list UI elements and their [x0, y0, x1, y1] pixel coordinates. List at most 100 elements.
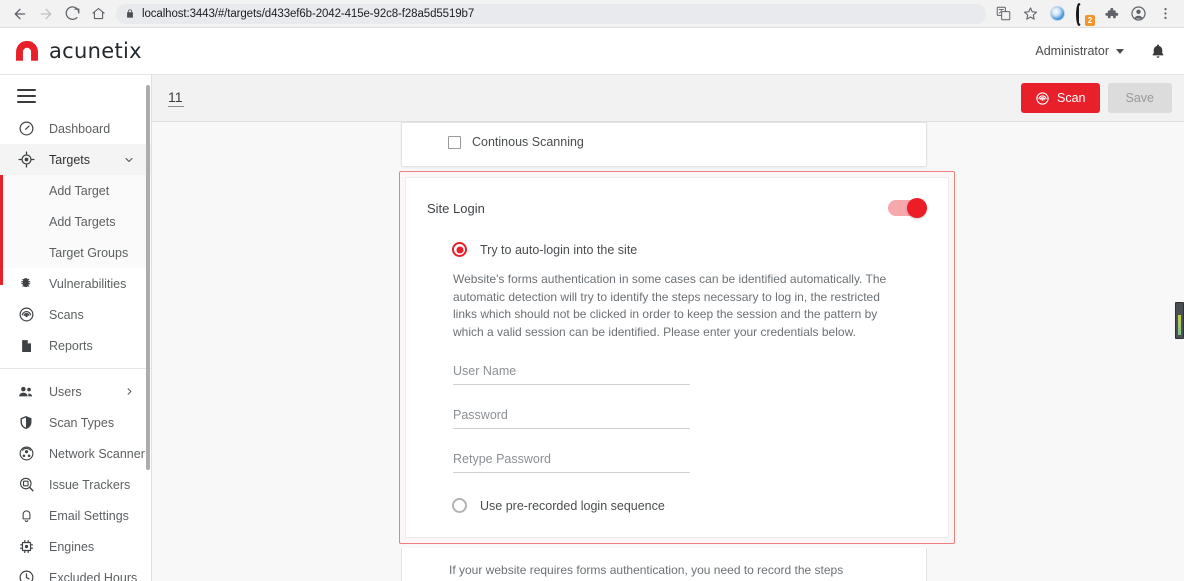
sidebar-item-scans[interactable]: Scans: [0, 299, 151, 330]
auto-login-description: Website's forms authentication in some c…: [406, 271, 948, 341]
sidebar-subitem-label: Add Target: [49, 184, 109, 198]
clock-icon: [17, 569, 35, 581]
sidebar-item-label: Dashboard: [49, 122, 110, 136]
settings-scroll-area: Continous Scanning Site Login Try to aut…: [152, 122, 1184, 581]
extension-blue-icon[interactable]: [1048, 5, 1066, 23]
engine-chip-icon: [17, 538, 35, 556]
sidebar-item-dashboard[interactable]: Dashboard: [0, 113, 151, 144]
url-text: localhost:3443/#/targets/d433ef6b-2042-4…: [142, 8, 474, 20]
radar-scan-icon: [17, 306, 35, 324]
sidebar-item-scan-types[interactable]: Scan Types: [0, 407, 151, 438]
sidebar-item-label: Email Settings: [49, 509, 129, 523]
sidebar-item-label: Targets: [49, 153, 90, 167]
prerecorded-login-option[interactable]: Use pre-recorded login sequence: [406, 498, 948, 513]
sidebar-item-issue-trackers[interactable]: Issue Trackers: [0, 469, 151, 500]
sidebar-item-reports[interactable]: Reports: [0, 330, 151, 361]
main-content: 11 Scan Save Continous Scanning: [152, 75, 1184, 581]
site-login-title: Site Login: [427, 201, 485, 216]
username-input[interactable]: [453, 364, 690, 385]
site-login-toggle[interactable]: [888, 200, 926, 216]
prerecorded-login-radio[interactable]: [452, 498, 467, 513]
network-scanner-icon: [17, 445, 35, 463]
target-crosshair-icon: [17, 151, 35, 169]
continuous-scanning-row[interactable]: Continous Scanning: [402, 123, 926, 149]
hamburger-menu-icon[interactable]: [0, 75, 151, 113]
save-button[interactable]: Save: [1108, 83, 1173, 113]
sidebar-item-add-targets[interactable]: Add Targets: [0, 206, 151, 237]
radar-scan-icon: [1035, 91, 1050, 106]
retype-password-input[interactable]: [453, 452, 690, 473]
auto-login-option[interactable]: Try to auto-login into the site: [406, 242, 948, 257]
brand-name: acunetix: [49, 39, 142, 63]
chevron-down-icon: [1116, 49, 1124, 54]
forward-arrow-icon[interactable]: [34, 2, 58, 26]
toggle-knob: [907, 198, 927, 218]
sidebar-item-label: Network Scanner: [49, 447, 145, 461]
bug-icon: [17, 275, 35, 293]
reload-icon[interactable]: [60, 2, 84, 26]
sidebar-divider: [0, 368, 151, 369]
bell-icon[interactable]: [1150, 42, 1166, 60]
sidebar-item-label: Issue Trackers: [49, 478, 130, 492]
sidebar-item-target-groups[interactable]: Target Groups: [0, 237, 151, 268]
sidebar-item-label: Excluded Hours: [49, 571, 137, 581]
sidebar-item-label: Scan Types: [49, 416, 114, 430]
sidebar-item-engines[interactable]: Engines: [0, 531, 151, 562]
acunetix-logo-icon: [14, 38, 40, 64]
sidebar-item-excluded-hours[interactable]: Excluded Hours: [0, 562, 151, 581]
sidebar-subitem-label: Target Groups: [49, 246, 128, 260]
back-arrow-icon[interactable]: [8, 2, 32, 26]
sidebar-item-add-target[interactable]: Add Target: [0, 175, 151, 206]
sidebar-scrollbar[interactable]: [146, 85, 150, 470]
home-icon[interactable]: [86, 2, 110, 26]
sidebar-item-vulnerabilities[interactable]: Vulnerabilities: [0, 268, 151, 299]
lock-icon: [125, 8, 135, 19]
sidebar-item-targets[interactable]: Targets: [0, 144, 151, 175]
user-menu-label: Administrator: [1035, 44, 1109, 58]
page-title[interactable]: 11: [168, 90, 184, 107]
bell-alert-icon: [17, 507, 35, 525]
sidebar-item-network-scanner[interactable]: Network Scanner: [0, 438, 151, 469]
username-field-wrap: [406, 362, 948, 385]
user-menu[interactable]: Administrator: [1035, 44, 1124, 58]
acunetix-logo[interactable]: acunetix: [14, 38, 142, 64]
sidebar-item-email-settings[interactable]: Email Settings: [0, 500, 151, 531]
users-group-icon: [17, 383, 35, 401]
sidebar-item-users[interactable]: Users: [0, 376, 151, 407]
extension-c-icon[interactable]: 2: [1075, 5, 1093, 23]
browser-menu-icon[interactable]: [1156, 5, 1174, 23]
address-bar[interactable]: localhost:3443/#/targets/d433ef6b-2042-4…: [116, 4, 986, 24]
sidebar-subitem-label: Add Targets: [49, 215, 115, 229]
sidebar: Dashboard Targets Add Target Add Targets…: [0, 75, 152, 581]
auto-login-label: Try to auto-login into the site: [480, 243, 637, 257]
issue-tracker-search-icon: [17, 476, 35, 494]
chevron-down-icon: [123, 154, 135, 166]
scan-button[interactable]: Scan: [1021, 83, 1100, 113]
password-field-wrap: [406, 406, 948, 429]
auto-login-radio[interactable]: [452, 242, 467, 257]
extension-badge-count: 2: [1085, 15, 1095, 26]
password-input[interactable]: [453, 408, 690, 429]
scan-button-label: Scan: [1057, 91, 1086, 105]
main-scrollbar[interactable]: [1175, 302, 1184, 339]
continuous-scanning-label: Continous Scanning: [472, 135, 584, 149]
browser-toolbar: localhost:3443/#/targets/d433ef6b-2042-4…: [0, 0, 1184, 28]
document-icon: [17, 337, 35, 355]
sidebar-item-label: Vulnerabilities: [49, 277, 126, 291]
chevron-right-icon: [124, 386, 135, 397]
puzzle-extensions-icon[interactable]: [1102, 5, 1120, 23]
site-login-card: Site Login Try to auto-login into the si…: [405, 177, 949, 538]
site-login-highlight: Site Login Try to auto-login into the si…: [399, 171, 955, 544]
profile-avatar-icon[interactable]: [1129, 5, 1147, 23]
sidebar-item-label: Reports: [49, 339, 93, 353]
sidebar-item-label: Users: [49, 385, 82, 399]
retype-password-field-wrap: [406, 450, 948, 473]
app-header: acunetix Administrator: [0, 28, 1184, 75]
prerecorded-description: If your website requires forms authentic…: [401, 548, 927, 581]
sidebar-item-label: Scans: [49, 308, 84, 322]
bookmark-star-icon[interactable]: [1021, 5, 1039, 23]
dashboard-gauge-icon: [17, 120, 35, 138]
continuous-scanning-checkbox[interactable]: [448, 136, 461, 149]
translate-icon[interactable]: [994, 5, 1012, 23]
page-toolbar: 11 Scan Save: [152, 75, 1184, 122]
